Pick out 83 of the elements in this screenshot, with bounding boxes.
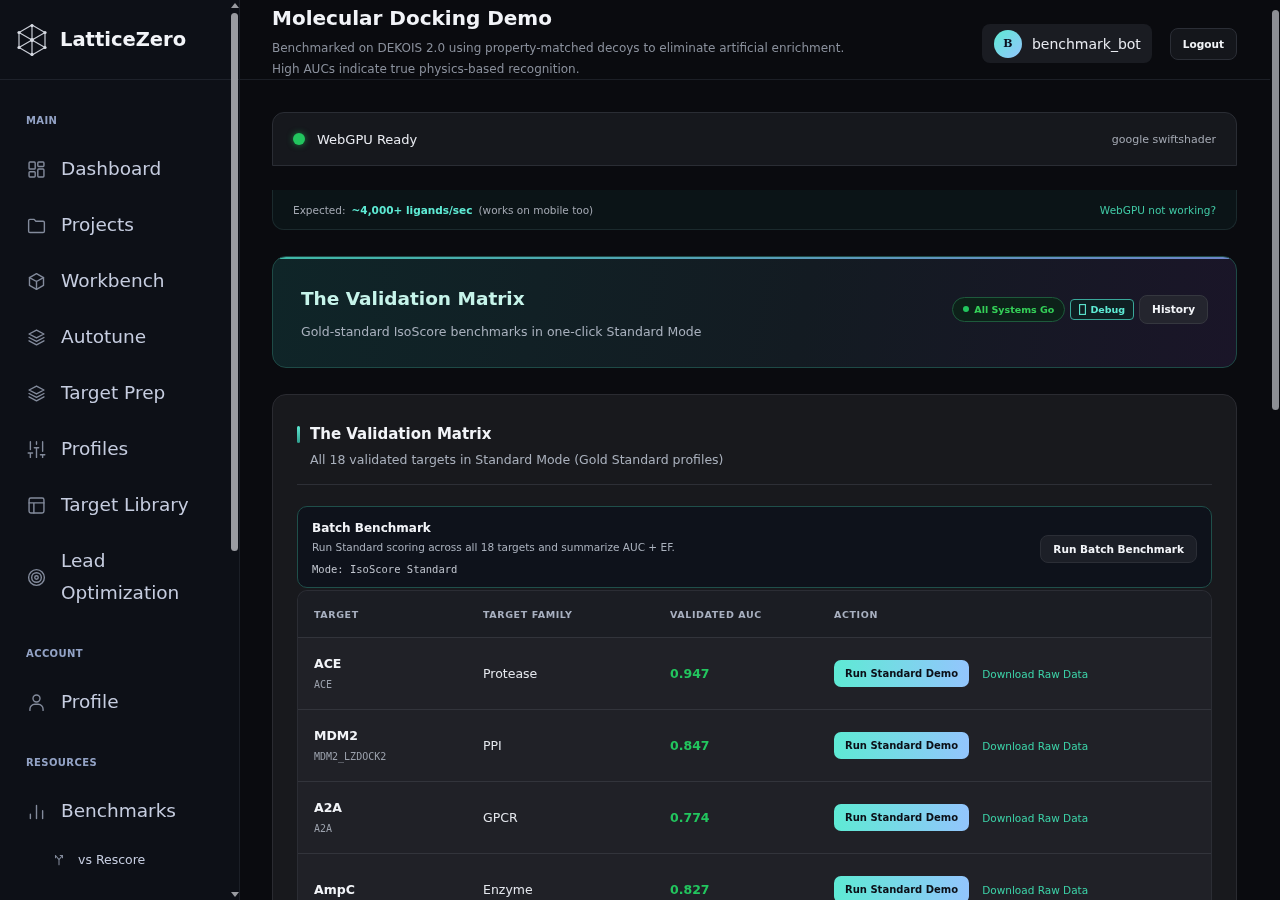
nav-item[interactable]: Dashboard <box>0 141 230 197</box>
nav-item[interactable]: Target Library <box>0 477 230 533</box>
column-header: TARGET FAMILY <box>483 608 573 620</box>
mode-label: Mode: IsoScore Standard <box>312 562 458 577</box>
nav-item[interactable]: Profiles <box>0 421 230 477</box>
grid-icon <box>26 158 47 180</box>
layers-icon <box>26 326 47 348</box>
sliders-icon <box>26 438 47 460</box>
target-name: ACE <box>314 654 342 673</box>
scrollbar-thumb[interactable] <box>1271 10 1279 410</box>
target-family: PPI <box>483 738 502 753</box>
nav-item[interactable]: Lead Optimization <box>0 533 230 621</box>
run-batch-button[interactable]: Run Batch Benchmark <box>1040 534 1197 563</box>
expected-label: Expected: <box>293 203 346 216</box>
nav-section-label: RESOURCES <box>26 756 98 770</box>
download-link[interactable]: Download Raw Data <box>982 883 1089 896</box>
user-chip[interactable]: B benchmark_bot <box>981 24 1152 63</box>
scroll-up-icon[interactable] <box>230 3 239 8</box>
nav-section-label: MAIN <box>26 114 58 128</box>
run-demo-button[interactable]: Run Standard Demo <box>834 804 970 831</box>
status-dot-icon <box>963 306 970 312</box>
nav-item[interactable]: Benchmarks <box>0 783 230 839</box>
target-id: ACE <box>314 677 333 692</box>
hero-title: The Validation Matrix <box>301 286 525 311</box>
brand-name: LatticeZero <box>60 28 187 51</box>
scroll-down-icon[interactable] <box>230 892 239 897</box>
target-name: A2A <box>314 798 343 817</box>
target-name: MDM2 <box>314 726 358 745</box>
page-subtitle: Benchmarked on DEKOIS 2.0 using property-matched decoys to eliminate artificial enrichment. <box>272 40 845 57</box>
user-name: benchmark_bot <box>1031 35 1141 52</box>
status-label: WebGPU Ready <box>317 131 418 147</box>
throughput-value: ~4,000+ ligands/sec <box>351 203 473 216</box>
batch-description: Run Standard scoring across all 18 targets and summarize AUC + EF. <box>312 540 675 555</box>
download-link[interactable]: Download Raw Data <box>982 811 1089 824</box>
lattice-cube-logo-icon <box>17 23 47 56</box>
column-header: VALIDATED AUC <box>670 608 762 620</box>
auc-value: 0.847 <box>670 738 710 753</box>
batch-title: Batch Benchmark <box>312 520 431 537</box>
hero-subtitle: Gold-standard IsoScore benchmarks in one-click Standard Mode <box>301 323 702 339</box>
target-id: MDM2_LZDOCK2 <box>314 749 387 765</box>
section-title: The Validation Matrix <box>310 424 492 445</box>
logout-button[interactable]: Logout <box>1169 27 1237 60</box>
cube-icon <box>26 270 47 292</box>
expected-note: (works on mobile too) <box>478 203 594 216</box>
target-name: AmpC <box>314 880 355 899</box>
fork-arrow-icon <box>52 852 66 866</box>
accent-bar <box>297 425 300 443</box>
help-link[interactable]: WebGPU not working? <box>1099 203 1216 216</box>
nav-item[interactable]: Workbench <box>0 253 230 309</box>
rectangle-icon <box>1079 303 1087 315</box>
page-subtitle: High AUCs indicate true physics-based recognition. <box>272 61 580 78</box>
history-button[interactable]: History <box>1139 294 1208 324</box>
nav-item[interactable]: Profile <box>0 674 230 730</box>
nav-subitem[interactable]: vs Rescore <box>0 839 230 879</box>
device-name: google swiftshader <box>1111 132 1216 146</box>
run-demo-button[interactable]: Run Standard Demo <box>834 876 970 900</box>
user-icon <box>26 691 47 713</box>
run-demo-button[interactable]: Run Standard Demo <box>834 732 970 759</box>
nav-item[interactable]: Autotune <box>0 309 230 365</box>
column-header: ACTION <box>834 608 878 620</box>
auc-value: 0.947 <box>670 666 710 681</box>
target-family: GPCR <box>483 810 518 825</box>
status-badge: All Systems Go <box>952 296 1066 322</box>
run-demo-button[interactable]: Run Standard Demo <box>834 660 970 687</box>
target-family: Protease <box>483 666 538 681</box>
target-family: Enzyme <box>483 882 533 897</box>
layers-icon <box>26 382 47 404</box>
nav-section-label: ACCOUNT <box>26 647 84 661</box>
scrollbar-thumb[interactable] <box>231 13 238 551</box>
nav-item[interactable]: Projects <box>0 197 230 253</box>
debug-toggle[interactable]: Debug <box>1070 298 1135 320</box>
auc-value: 0.827 <box>670 882 710 897</box>
nav-item[interactable]: Target Prep <box>0 365 230 421</box>
download-link[interactable]: Download Raw Data <box>982 739 1089 752</box>
layout-icon <box>26 494 47 516</box>
target-id: A2A <box>314 821 333 836</box>
page-title: Molecular Docking Demo <box>272 5 552 32</box>
avatar: B <box>993 29 1022 58</box>
column-header: TARGET <box>314 608 359 620</box>
download-link[interactable]: Download Raw Data <box>982 667 1089 680</box>
auc-value: 0.774 <box>670 810 710 825</box>
target-icon <box>26 566 47 588</box>
section-subtitle: All 18 validated targets in Standard Mode (Gold Standard profiles) <box>310 452 724 467</box>
